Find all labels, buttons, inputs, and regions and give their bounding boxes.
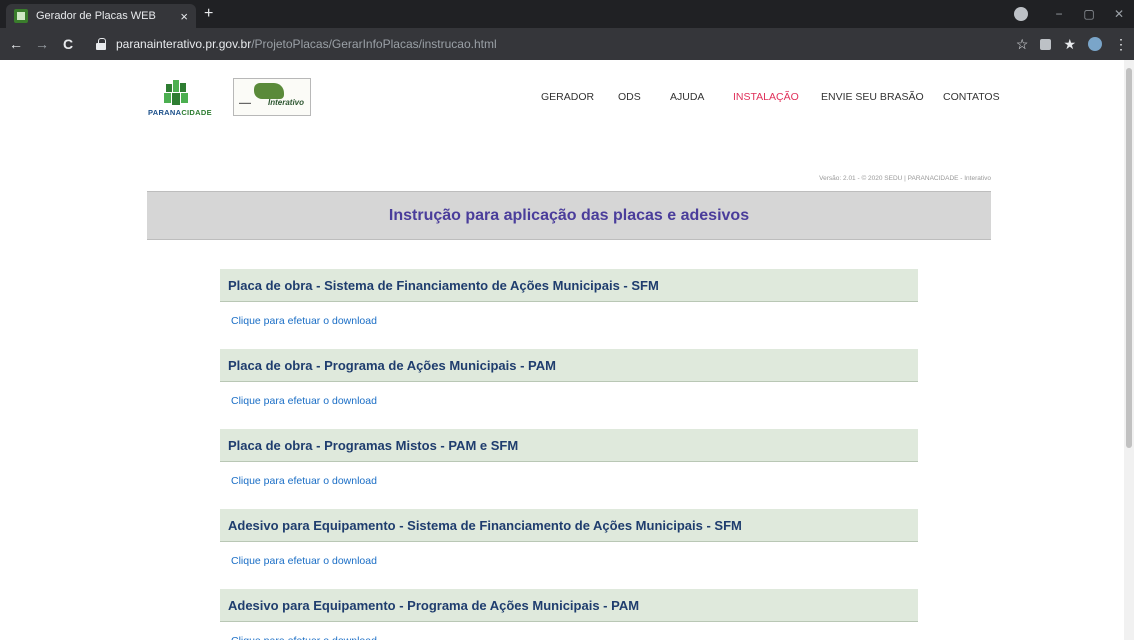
avatar[interactable] (1088, 37, 1102, 51)
url-path: /ProjetoPlacas/GerarInfoPlacas/instrucao… (251, 37, 497, 51)
section-title: Placa de obra - Sistema de Financiamento… (228, 277, 659, 293)
download-link[interactable]: Clique para efetuar o download (220, 302, 918, 349)
browser-toolbar: ← → C paranainterativo.pr.gov.br /Projet… (0, 28, 1134, 60)
download-link[interactable]: Clique para efetuar o download (220, 462, 918, 509)
extension-square-icon[interactable] (1040, 38, 1052, 50)
reload-button[interactable]: C (58, 34, 78, 54)
window-controls: − ▢ ✕ (1044, 0, 1134, 28)
paranacidade-mark-icon (162, 80, 190, 106)
lock-icon (96, 38, 106, 50)
new-tab-button[interactable]: + (204, 5, 213, 23)
download-sections: Placa de obra - Sistema de Financiamento… (220, 269, 918, 640)
maximize-button[interactable]: ▢ (1074, 7, 1104, 21)
profile-icon[interactable] (1014, 7, 1028, 21)
tab-close-icon[interactable]: × (180, 10, 188, 23)
toolbar-icons: ☆ ★ ⋮ (1016, 34, 1128, 54)
page-title-banner: Instrução para aplicação das placas e ad… (147, 191, 991, 240)
web-page: PARANACIDADE ▬▬▬ Interativo GERADOR ODS … (0, 60, 1134, 640)
section-header: Adesivo para Equipamento - Programa de A… (220, 589, 918, 622)
section-title: Adesivo para Equipamento - Sistema de Fi… (228, 517, 742, 533)
logo-small-text: ▬▬▬ (239, 100, 251, 105)
section-header: Adesivo para Equipamento - Sistema de Fi… (220, 509, 918, 542)
nav-item-instalacao[interactable]: INSTALAÇÃO (733, 91, 799, 103)
menu-icon[interactable]: ⋮ (1114, 34, 1128, 54)
forward-button[interactable]: → (32, 34, 52, 54)
paranacidade-logo-text: PARANACIDADE (148, 108, 212, 117)
close-window-button[interactable]: ✕ (1104, 7, 1134, 21)
version-text: Versão: 2.01 - © 2020 SEDU | PARANACIDAD… (819, 175, 991, 182)
url-host: paranainterativo.pr.gov.br (116, 37, 252, 51)
download-link[interactable]: Clique para efetuar o download (220, 622, 918, 640)
interativo-logo-text: Interativo (268, 98, 305, 107)
section-title: Adesivo para Equipamento - Programa de A… (228, 597, 640, 613)
bookmark-star-icon[interactable]: ☆ (1016, 34, 1029, 54)
nav-item-contatos[interactable]: CONTATOS (943, 91, 1000, 103)
nav-item-ods[interactable]: ODS (618, 91, 641, 103)
download-link[interactable]: Clique para efetuar o download (220, 542, 918, 589)
nav-item-ajuda[interactable]: AJUDA (670, 91, 704, 103)
scrollbar-thumb[interactable] (1126, 68, 1132, 448)
section-title: Placa de obra - Programas Mistos - PAM e… (228, 437, 519, 453)
extensions-puzzle-icon[interactable]: ★ (1063, 34, 1076, 54)
browser-tab-strip: Gerador de Placas WEB × + − ▢ ✕ (0, 0, 1134, 28)
section-header: Placa de obra - Programa de Ações Munici… (220, 349, 918, 382)
nav-item-gerador[interactable]: GERADOR (541, 91, 594, 103)
nav-item-envie-seu-brasao[interactable]: ENVIE SEU BRASÃO (821, 91, 924, 103)
parana-map-icon (254, 83, 284, 99)
page-title: Instrução para aplicação das placas e ad… (388, 206, 750, 224)
paranacidade-logo[interactable]: PARANACIDADE (148, 80, 212, 124)
back-button[interactable]: ← (6, 34, 26, 54)
browser-tab[interactable]: Gerador de Placas WEB × (6, 4, 196, 28)
section-header: Placa de obra - Sistema de Financiamento… (220, 269, 918, 302)
page-scrollbar[interactable] (1124, 60, 1134, 640)
address-bar[interactable]: paranainterativo.pr.gov.br /ProjetoPlaca… (92, 32, 1012, 56)
section-header: Placa de obra - Programas Mistos - PAM e… (220, 429, 918, 462)
section-title: Placa de obra - Programa de Ações Munici… (228, 357, 556, 373)
download-link[interactable]: Clique para efetuar o download (220, 382, 918, 429)
minimize-button[interactable]: − (1044, 7, 1074, 21)
favicon-icon (14, 9, 28, 23)
interativo-logo[interactable]: ▬▬▬ Interativo (233, 78, 311, 116)
tab-title: Gerador de Placas WEB (36, 10, 156, 22)
